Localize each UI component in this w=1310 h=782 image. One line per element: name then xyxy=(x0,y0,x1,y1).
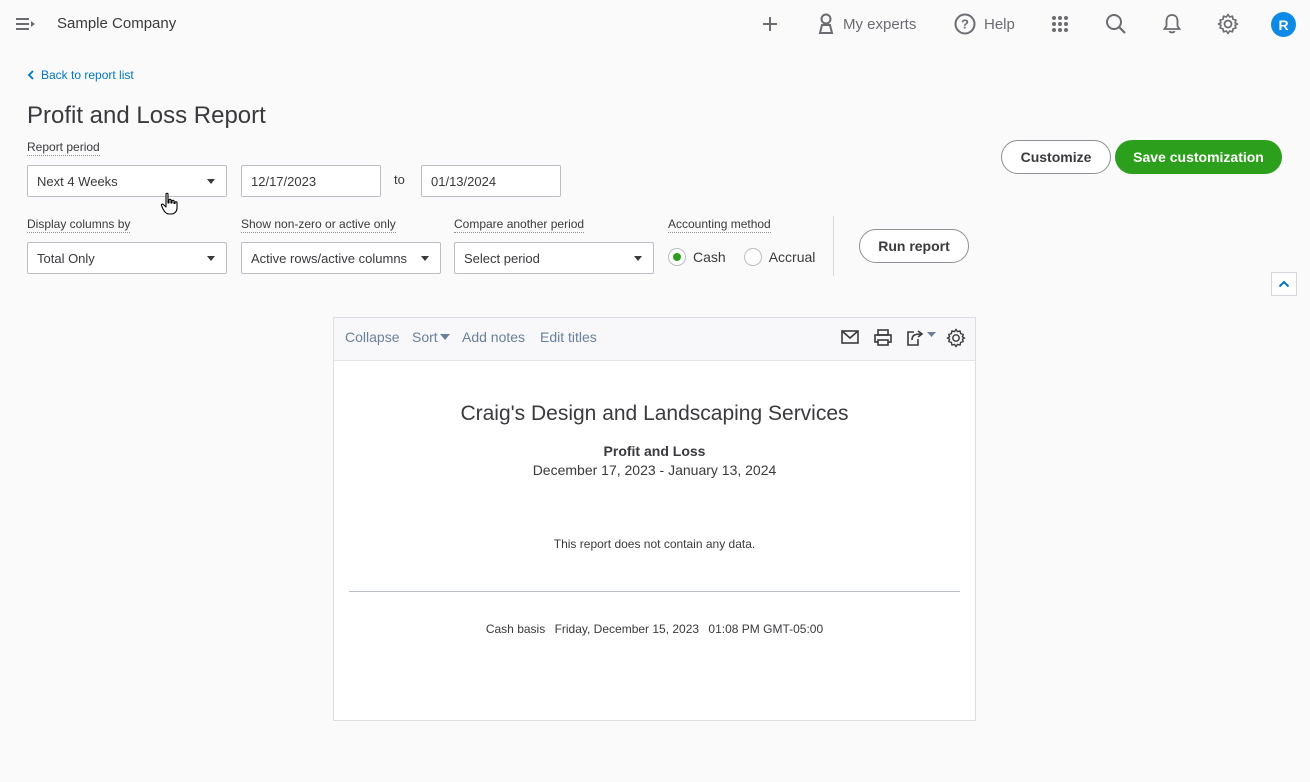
search-icon xyxy=(1106,14,1126,34)
show-nonzero-label: Show non-zero or active only xyxy=(241,217,396,233)
company-name: Sample Company xyxy=(57,15,177,32)
display-columns-value: Total Only xyxy=(37,250,95,266)
collapse-link[interactable]: Collapse xyxy=(345,329,399,345)
export-icon[interactable] xyxy=(906,329,938,352)
expert-person-icon xyxy=(818,13,834,34)
search-button[interactable] xyxy=(1105,12,1127,36)
compare-period-label: Compare another period xyxy=(454,217,585,233)
footer-time: 01:08 PM GMT-05:00 xyxy=(708,622,824,636)
page-title: Profit and Loss Report xyxy=(27,102,266,129)
notifications-button[interactable] xyxy=(1163,12,1181,36)
plus-icon xyxy=(763,17,777,31)
print-icon[interactable] xyxy=(874,329,892,351)
menu-toggle-icon[interactable] xyxy=(16,16,36,32)
report-period-label: Report period xyxy=(27,140,100,156)
end-date-input[interactable]: 01/13/2024 xyxy=(421,165,561,197)
compare-period-value: Select period xyxy=(464,250,540,266)
settings-button[interactable] xyxy=(1217,12,1239,36)
report-divider xyxy=(349,591,960,592)
report-date-range: December 17, 2023 - January 13, 2024 xyxy=(532,462,777,478)
footer-date: Friday, December 15, 2023 xyxy=(554,622,700,636)
report-company-title[interactable]: Craig's Design and Landscaping Services xyxy=(334,402,975,426)
accrual-radio[interactable] xyxy=(743,248,762,266)
report-name[interactable]: Profit and Loss xyxy=(334,443,975,459)
gear-icon xyxy=(1217,13,1239,35)
caret-down-icon xyxy=(439,334,450,340)
caret-down-icon xyxy=(634,256,642,261)
report-period-select[interactable]: Next 4 Weeks xyxy=(27,165,227,197)
show-nonzero-value: Active rows/active columns xyxy=(251,250,408,266)
add-button[interactable] xyxy=(761,12,779,36)
chevron-left-icon xyxy=(27,70,34,80)
save-customization-button[interactable]: Save customization xyxy=(1115,140,1282,174)
edit-titles-link[interactable]: Edit titles xyxy=(540,329,597,345)
add-notes-link[interactable]: Add notes xyxy=(462,329,525,345)
report-toolbar: Collapse Sort Add notes Edit titles xyxy=(334,318,975,361)
report-panel: Collapse Sort Add notes Edit titles Crai… xyxy=(333,317,976,721)
empty-report-message: This report does not contain any data. xyxy=(553,537,756,551)
caret-down-icon xyxy=(207,179,215,184)
customize-button[interactable]: Customize xyxy=(1001,140,1111,174)
compare-period-select[interactable]: Select period xyxy=(454,242,654,274)
svg-text:?: ? xyxy=(961,17,969,32)
filters-divider xyxy=(833,216,834,276)
report-footer: Cash basis Friday, December 15, 2023 01:… xyxy=(334,622,975,636)
accrual-radio-label[interactable]: Accrual xyxy=(769,249,816,265)
top-bar: Sample Company My experts ? Help R xyxy=(0,0,1310,48)
to-label: to xyxy=(394,172,405,187)
hand-cursor-icon xyxy=(160,192,180,221)
chevron-up-icon xyxy=(1278,280,1290,288)
cash-radio-label[interactable]: Cash xyxy=(693,249,726,265)
grid-icon xyxy=(1052,16,1068,32)
my-experts-button[interactable]: My experts xyxy=(817,12,916,36)
sort-dropdown[interactable]: Sort xyxy=(412,329,450,345)
cash-radio[interactable] xyxy=(668,248,686,266)
show-nonzero-select[interactable]: Active rows/active columns xyxy=(241,242,441,274)
report-settings-gear-icon[interactable] xyxy=(946,328,966,353)
report-period-value: Next 4 Weeks xyxy=(37,173,118,189)
footer-basis: Cash basis xyxy=(485,622,546,636)
start-date-input[interactable]: 12/17/2023 xyxy=(241,165,381,197)
sort-label: Sort xyxy=(412,329,438,345)
caret-down-icon xyxy=(207,256,215,261)
my-experts-label: My experts xyxy=(843,15,917,33)
help-circle-icon: ? xyxy=(954,13,976,35)
accounting-method-radio-group: Cash Accrual xyxy=(668,248,833,266)
email-icon[interactable] xyxy=(841,330,859,349)
bell-icon xyxy=(1163,14,1181,34)
collapse-filters-button[interactable] xyxy=(1271,272,1297,296)
display-columns-label: Display columns by xyxy=(27,217,131,233)
help-button[interactable]: ? Help xyxy=(954,12,1015,36)
run-report-button[interactable]: Run report xyxy=(859,229,969,263)
accounting-method-label: Accounting method xyxy=(668,217,771,233)
display-columns-select[interactable]: Total Only xyxy=(27,242,227,274)
apps-button[interactable] xyxy=(1051,12,1069,36)
back-to-report-list-link[interactable]: Back to report list xyxy=(27,68,134,82)
caret-down-icon xyxy=(421,256,429,261)
user-avatar[interactable]: R xyxy=(1271,12,1296,37)
help-label: Help xyxy=(984,15,1015,33)
back-link-label: Back to report list xyxy=(41,68,134,82)
